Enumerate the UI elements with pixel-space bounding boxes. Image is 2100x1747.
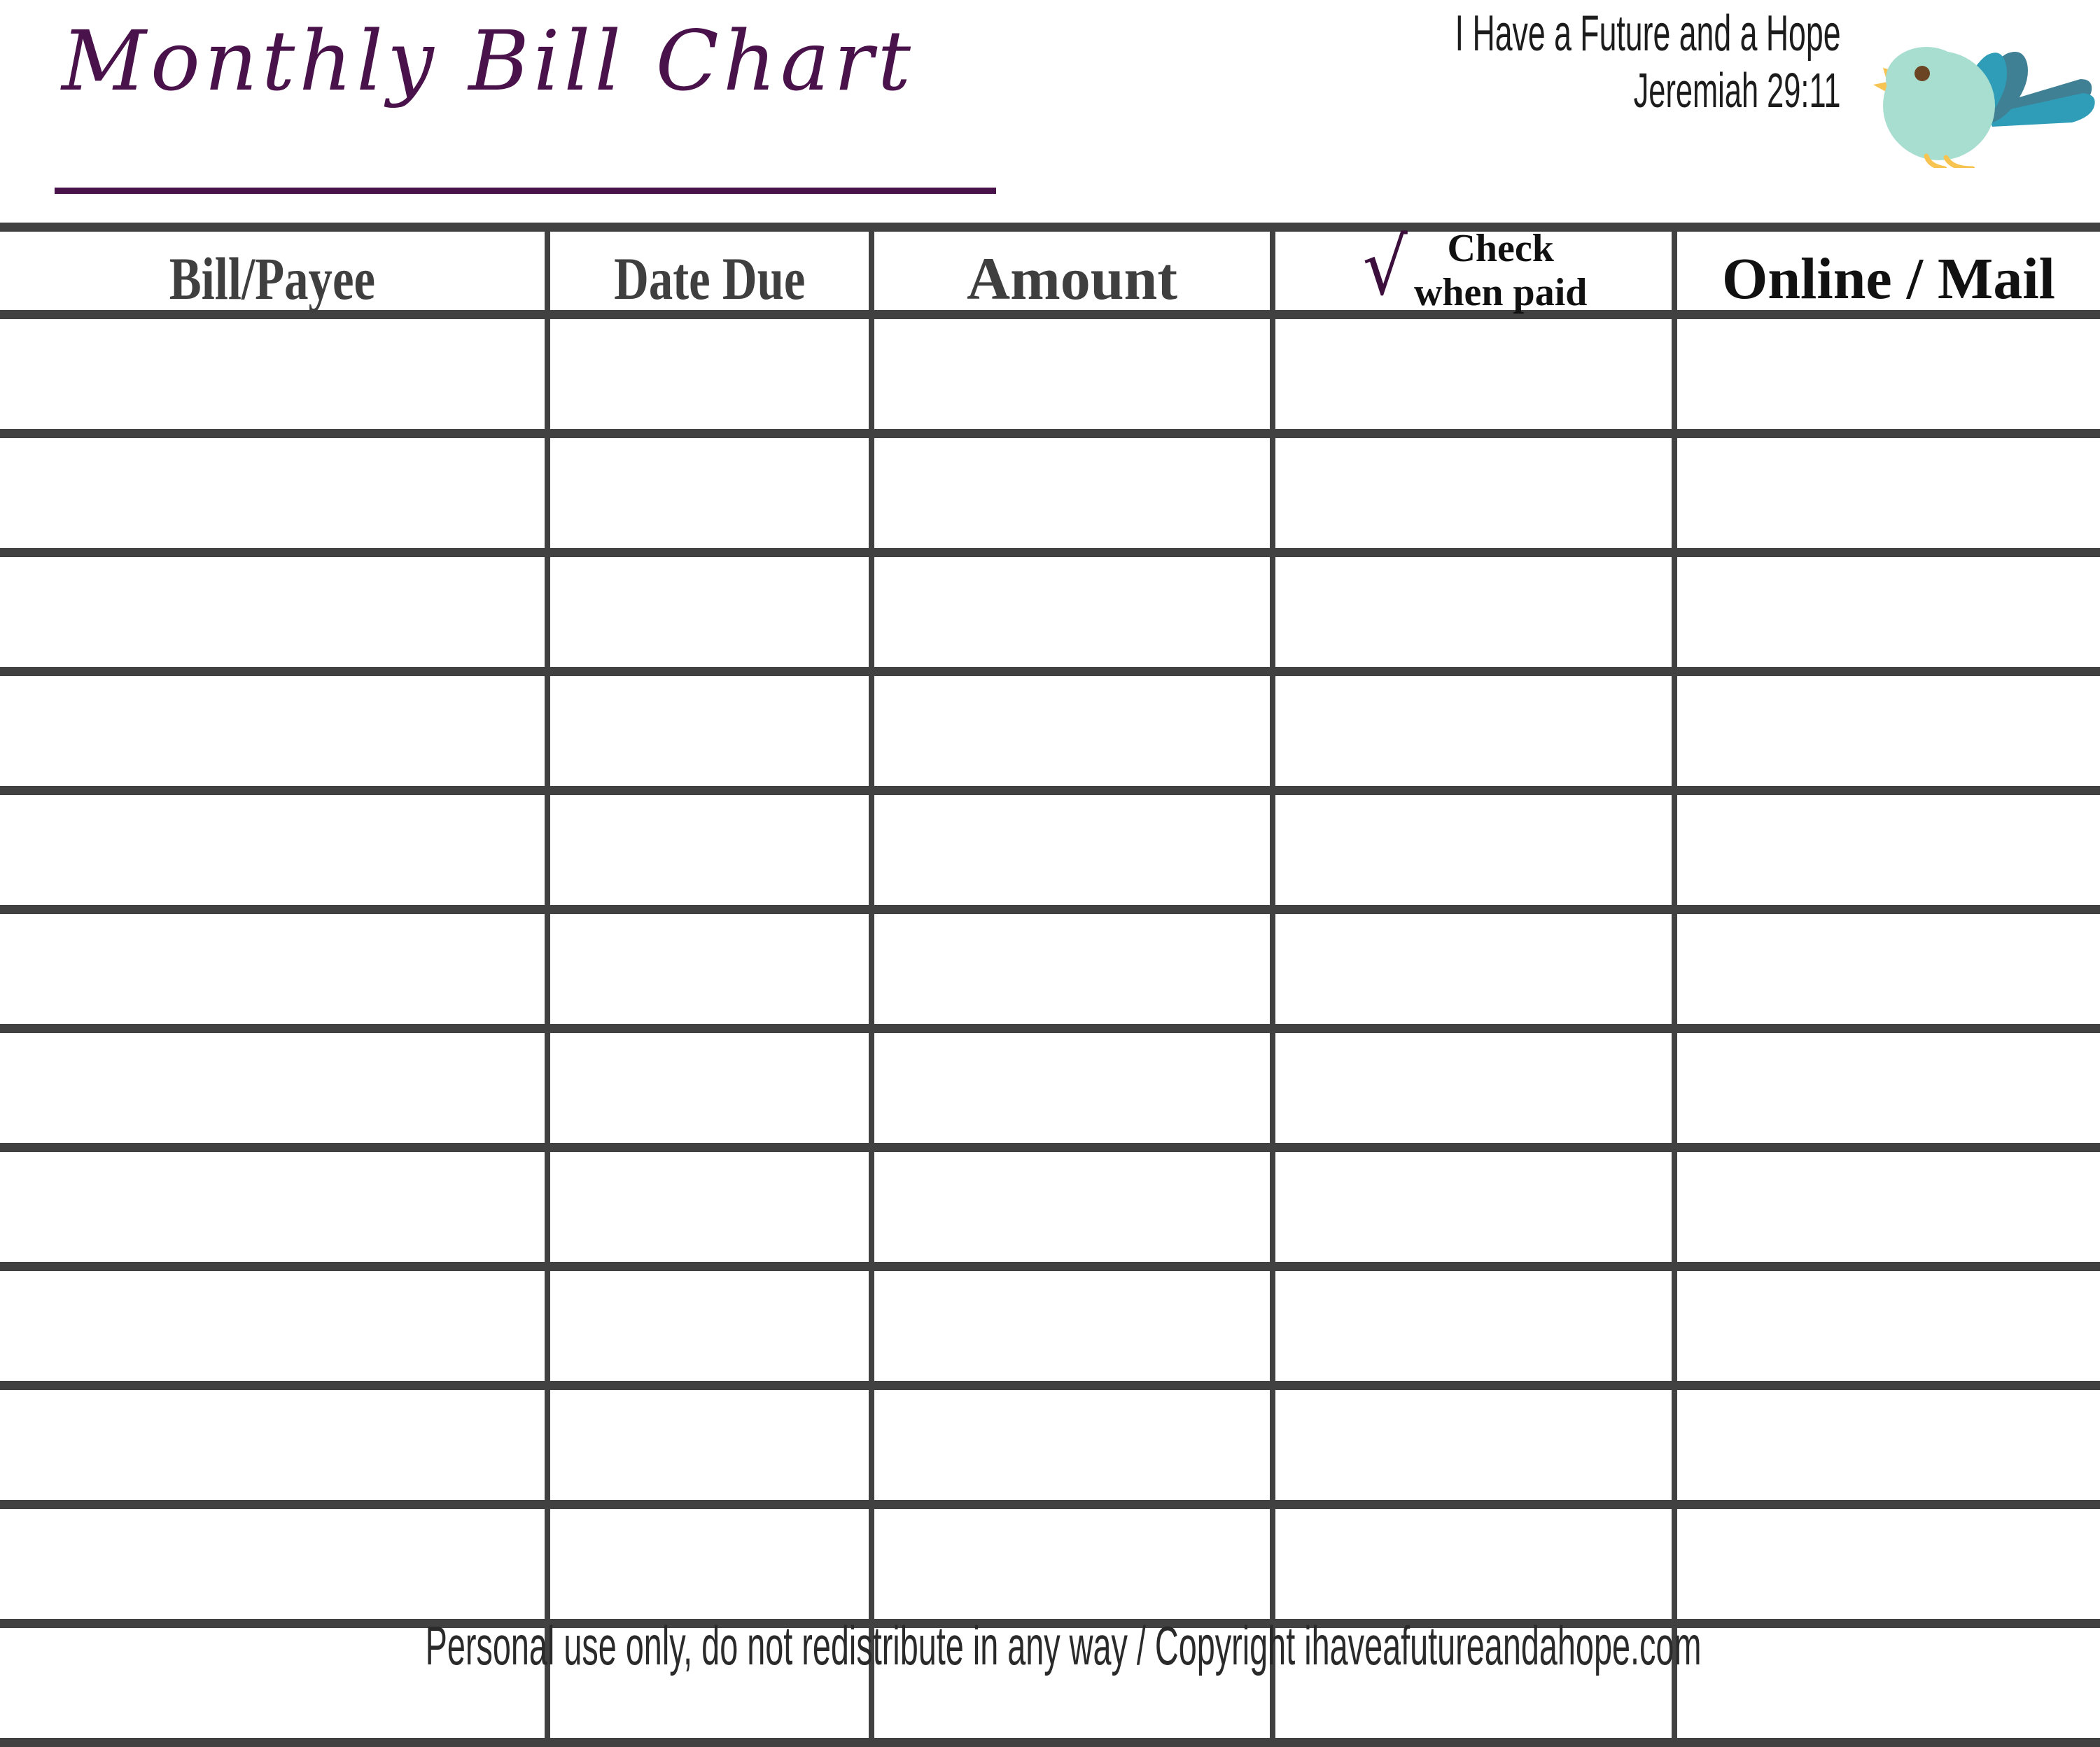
cell-bill_payee[interactable] bbox=[0, 905, 550, 1033]
table-row bbox=[0, 1262, 2100, 1390]
cell-online_mail[interactable] bbox=[1672, 1500, 2100, 1628]
checkmark-icon: √ bbox=[1362, 222, 1408, 314]
cell-amount[interactable] bbox=[869, 1262, 1275, 1390]
table-row bbox=[0, 1381, 2100, 1509]
column-header-check-when-paid: √ Check when paid bbox=[1270, 222, 1677, 319]
cell-date_due[interactable] bbox=[545, 786, 874, 914]
cell-amount[interactable] bbox=[869, 667, 1275, 795]
column-header-check-when-paid-label: Check when paid bbox=[1414, 227, 1587, 314]
table-row bbox=[0, 310, 2100, 438]
cell-amount[interactable] bbox=[869, 1381, 1275, 1509]
cell-online_mail[interactable] bbox=[1672, 905, 2100, 1033]
cell-bill_payee[interactable] bbox=[0, 1381, 550, 1509]
copyright-notice: Personal use only, do not redistribute i… bbox=[425, 1615, 1702, 1676]
cell-bill_payee[interactable] bbox=[0, 1024, 550, 1152]
table-row bbox=[0, 786, 2100, 914]
cell-date_due[interactable] bbox=[545, 1500, 874, 1628]
table-row bbox=[0, 548, 2100, 676]
footer: Personal use only, do not redistribute i… bbox=[0, 1618, 2100, 1673]
table-header-row: Bill/Payee Date Due Amount √ Check when … bbox=[0, 222, 2100, 319]
cell-amount[interactable] bbox=[869, 429, 1275, 557]
cell-check_when_paid[interactable] bbox=[1270, 1024, 1677, 1152]
cell-bill_payee[interactable] bbox=[0, 667, 550, 795]
table-row bbox=[0, 905, 2100, 1033]
cell-amount[interactable] bbox=[869, 1143, 1275, 1271]
cell-amount[interactable] bbox=[869, 786, 1275, 914]
cell-date_due[interactable] bbox=[545, 667, 874, 795]
cell-check_when_paid[interactable] bbox=[1270, 310, 1677, 438]
page-title: Monthly Bill Chart bbox=[62, 13, 916, 109]
cell-bill_payee[interactable] bbox=[0, 1262, 550, 1390]
check-label-line-1: Check bbox=[1447, 227, 1554, 271]
column-header-online-mail: Online / Mail bbox=[1672, 223, 2100, 319]
bird-icon bbox=[1862, 38, 2100, 171]
cell-check_when_paid[interactable] bbox=[1270, 429, 1677, 557]
table-row bbox=[0, 429, 2100, 557]
cell-online_mail[interactable] bbox=[1672, 667, 2100, 795]
table-row bbox=[0, 1024, 2100, 1152]
verse-block: I Have a Future and a Hope Jeremiah 29:1… bbox=[1219, 6, 1841, 118]
cell-check_when_paid[interactable] bbox=[1270, 548, 1677, 676]
column-header-date-due: Date Due bbox=[545, 223, 874, 319]
column-header-date-due-label: Date Due bbox=[613, 245, 806, 312]
table-row bbox=[0, 667, 2100, 795]
bill-chart-table: Bill/Payee Date Due Amount √ Check when … bbox=[0, 223, 2100, 1747]
cell-bill_payee[interactable] bbox=[0, 548, 550, 676]
cell-bill_payee[interactable] bbox=[0, 1143, 550, 1271]
table-body bbox=[0, 310, 2100, 1747]
cell-bill_payee[interactable] bbox=[0, 310, 550, 438]
cell-date_due[interactable] bbox=[545, 1024, 874, 1152]
column-header-bill-payee: Bill/Payee bbox=[0, 223, 550, 319]
cell-amount[interactable] bbox=[869, 548, 1275, 676]
table-row bbox=[0, 1500, 2100, 1628]
cell-amount[interactable] bbox=[869, 1500, 1275, 1628]
verse-line-2: Jeremiah 29:11 bbox=[1634, 62, 1841, 118]
verse-line-1: I Have a Future and a Hope bbox=[1455, 6, 1841, 62]
column-header-amount: Amount bbox=[869, 223, 1275, 319]
cell-check_when_paid[interactable] bbox=[1270, 1143, 1677, 1271]
cell-date_due[interactable] bbox=[545, 1143, 874, 1271]
cell-check_when_paid[interactable] bbox=[1270, 1381, 1677, 1509]
column-header-bill-payee-label: Bill/Payee bbox=[169, 245, 376, 312]
table-row bbox=[0, 1143, 2100, 1271]
cell-date_due[interactable] bbox=[545, 905, 874, 1033]
cell-date_due[interactable] bbox=[545, 548, 874, 676]
cell-online_mail[interactable] bbox=[1672, 1143, 2100, 1271]
title-underline bbox=[55, 188, 996, 194]
page-header: Monthly Bill Chart I Have a Future and a… bbox=[0, 0, 2100, 224]
column-header-online-mail-label: Online / Mail bbox=[1721, 246, 2056, 311]
cell-online_mail[interactable] bbox=[1672, 1024, 2100, 1152]
cell-check_when_paid[interactable] bbox=[1270, 905, 1677, 1033]
cell-online_mail[interactable] bbox=[1672, 429, 2100, 557]
cell-date_due[interactable] bbox=[545, 429, 874, 557]
cell-bill_payee[interactable] bbox=[0, 429, 550, 557]
cell-bill_payee[interactable] bbox=[0, 786, 550, 914]
cell-online_mail[interactable] bbox=[1672, 1381, 2100, 1509]
cell-check_when_paid[interactable] bbox=[1270, 667, 1677, 795]
cell-date_due[interactable] bbox=[545, 310, 874, 438]
cell-date_due[interactable] bbox=[545, 1262, 874, 1390]
cell-amount[interactable] bbox=[869, 905, 1275, 1033]
cell-date_due[interactable] bbox=[545, 1381, 874, 1509]
cell-check_when_paid[interactable] bbox=[1270, 1262, 1677, 1390]
cell-amount[interactable] bbox=[869, 1024, 1275, 1152]
cell-online_mail[interactable] bbox=[1672, 1262, 2100, 1390]
cell-online_mail[interactable] bbox=[1672, 310, 2100, 438]
cell-amount[interactable] bbox=[869, 310, 1275, 438]
cell-online_mail[interactable] bbox=[1672, 786, 2100, 914]
check-label-line-2: when paid bbox=[1413, 271, 1588, 314]
cell-online_mail[interactable] bbox=[1672, 548, 2100, 676]
column-header-amount-label: Amount bbox=[966, 245, 1178, 312]
cell-check_when_paid[interactable] bbox=[1270, 1500, 1677, 1628]
cell-bill_payee[interactable] bbox=[0, 1500, 550, 1628]
cell-check_when_paid[interactable] bbox=[1270, 786, 1677, 914]
